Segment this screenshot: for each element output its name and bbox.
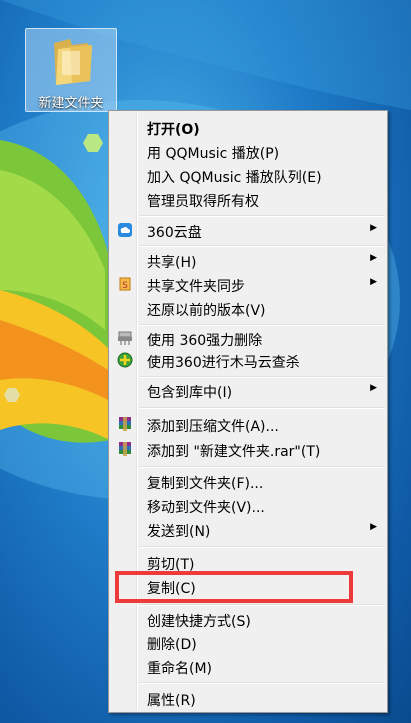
menu-item-label: 重命名(M)	[147, 661, 213, 677]
menu-item-properties[interactable]: 属性(R)	[111, 687, 385, 709]
folder-icon	[54, 39, 92, 85]
menu-separator	[139, 604, 385, 606]
menu-separator	[139, 407, 385, 409]
menu-item-add-archive[interactable]: 添加到压缩文件(A)...	[111, 413, 385, 435]
menu-item-label: 共享(H)	[147, 255, 197, 271]
submenu-arrow-icon: ▶	[370, 522, 377, 532]
menu-item-360-force-delete[interactable]: 使用 360强力删除	[111, 327, 385, 349]
menu-item-360-cloud[interactable]: 360云盘 ▶	[111, 219, 385, 241]
desktop-folder-icon-selected[interactable]: 新建文件夹	[25, 28, 117, 112]
submenu-arrow-icon: ▶	[370, 253, 377, 263]
menu-item-label: 复制到文件夹(F)...	[147, 476, 264, 492]
menu-item-label: 打开(O)	[147, 122, 200, 138]
menu-item-restore-versions[interactable]: 还原以前的版本(V)	[111, 297, 385, 319]
menu-item-label: 使用 360强力删除	[147, 333, 263, 349]
menu-item-send-to[interactable]: 发送到(N) ▶	[111, 518, 385, 540]
menu-item-label: 360云盘	[147, 225, 202, 241]
sync-folder-icon: S	[119, 277, 131, 291]
svg-text:S: S	[122, 281, 128, 291]
menu-item-add-to-rar[interactable]: 添加到 "新建文件夹.rar"(T)	[111, 438, 385, 460]
menu-separator	[139, 215, 385, 217]
menu-item-label: 共享文件夹同步	[147, 279, 245, 295]
menu-separator	[139, 466, 385, 468]
shredder-icon	[118, 331, 132, 345]
menu-item-include-library[interactable]: 包含到库中(I) ▶	[111, 379, 385, 401]
context-menu: 打开(O) 用 QQMusic 播放(P) 加入 QQMusic 播放队列(E)…	[108, 110, 388, 713]
desktop-folder-label: 新建文件夹	[38, 96, 104, 111]
winrar-icon	[119, 442, 131, 456]
menu-separator	[139, 324, 385, 326]
menu-item-label: 还原以前的版本(V)	[147, 303, 266, 319]
menu-item-label: 发送到(N)	[147, 524, 211, 540]
menu-item-label: 包含到库中(I)	[147, 385, 233, 401]
menu-item-label: 删除(D)	[147, 637, 197, 653]
submenu-arrow-icon: ▶	[370, 277, 377, 287]
menu-separator	[139, 546, 385, 548]
winrar-icon	[119, 417, 131, 431]
menu-item-label: 属性(R)	[147, 693, 196, 709]
menu-item-label: 移动到文件夹(V)...	[147, 500, 265, 516]
menu-item-move-to-folder[interactable]: 移动到文件夹(V)...	[111, 494, 385, 516]
menu-item-open[interactable]: 打开(O)	[111, 116, 385, 138]
menu-item-label: 创建快捷方式(S)	[147, 614, 251, 630]
menu-separator	[139, 245, 385, 247]
menu-separator	[139, 682, 385, 684]
submenu-arrow-icon: ▶	[370, 223, 377, 233]
menu-item-label: 用 QQMusic 播放(P)	[147, 146, 280, 162]
menu-item-share[interactable]: 共享(H) ▶	[111, 249, 385, 271]
menu-item-rename[interactable]: 重命名(M)	[111, 655, 385, 677]
menu-item-delete[interactable]: 删除(D)	[111, 631, 385, 653]
menu-item-label: 添加到 "新建文件夹.rar"(T)	[147, 444, 321, 460]
menu-item-create-shortcut[interactable]: 创建快捷方式(S)	[111, 608, 385, 630]
menu-item-label: 加入 QQMusic 播放队列(E)	[147, 170, 322, 186]
menu-item-sync-shared-folder[interactable]: S 共享文件夹同步 ▶	[111, 273, 385, 295]
menu-item-add-qqmusic-queue[interactable]: 加入 QQMusic 播放队列(E)	[111, 164, 385, 186]
menu-item-360-trojan-scan[interactable]: 使用360进行木马云查杀	[111, 349, 385, 371]
copy-highlight-annotation	[115, 571, 353, 603]
cloud-360-icon	[118, 223, 132, 237]
menu-separator	[139, 376, 385, 378]
submenu-arrow-icon: ▶	[370, 383, 377, 393]
shield-360-icon	[117, 352, 133, 368]
menu-item-copy-to-folder[interactable]: 复制到文件夹(F)...	[111, 470, 385, 492]
menu-item-label: 添加到压缩文件(A)...	[147, 419, 279, 435]
menu-item-play-qqmusic[interactable]: 用 QQMusic 播放(P)	[111, 140, 385, 162]
menu-item-take-ownership[interactable]: 管理员取得所有权	[111, 188, 385, 210]
menu-item-label: 管理员取得所有权	[147, 194, 259, 210]
menu-item-cut[interactable]: 剪切(T)	[111, 551, 385, 573]
menu-item-label: 使用360进行木马云查杀	[147, 355, 300, 371]
